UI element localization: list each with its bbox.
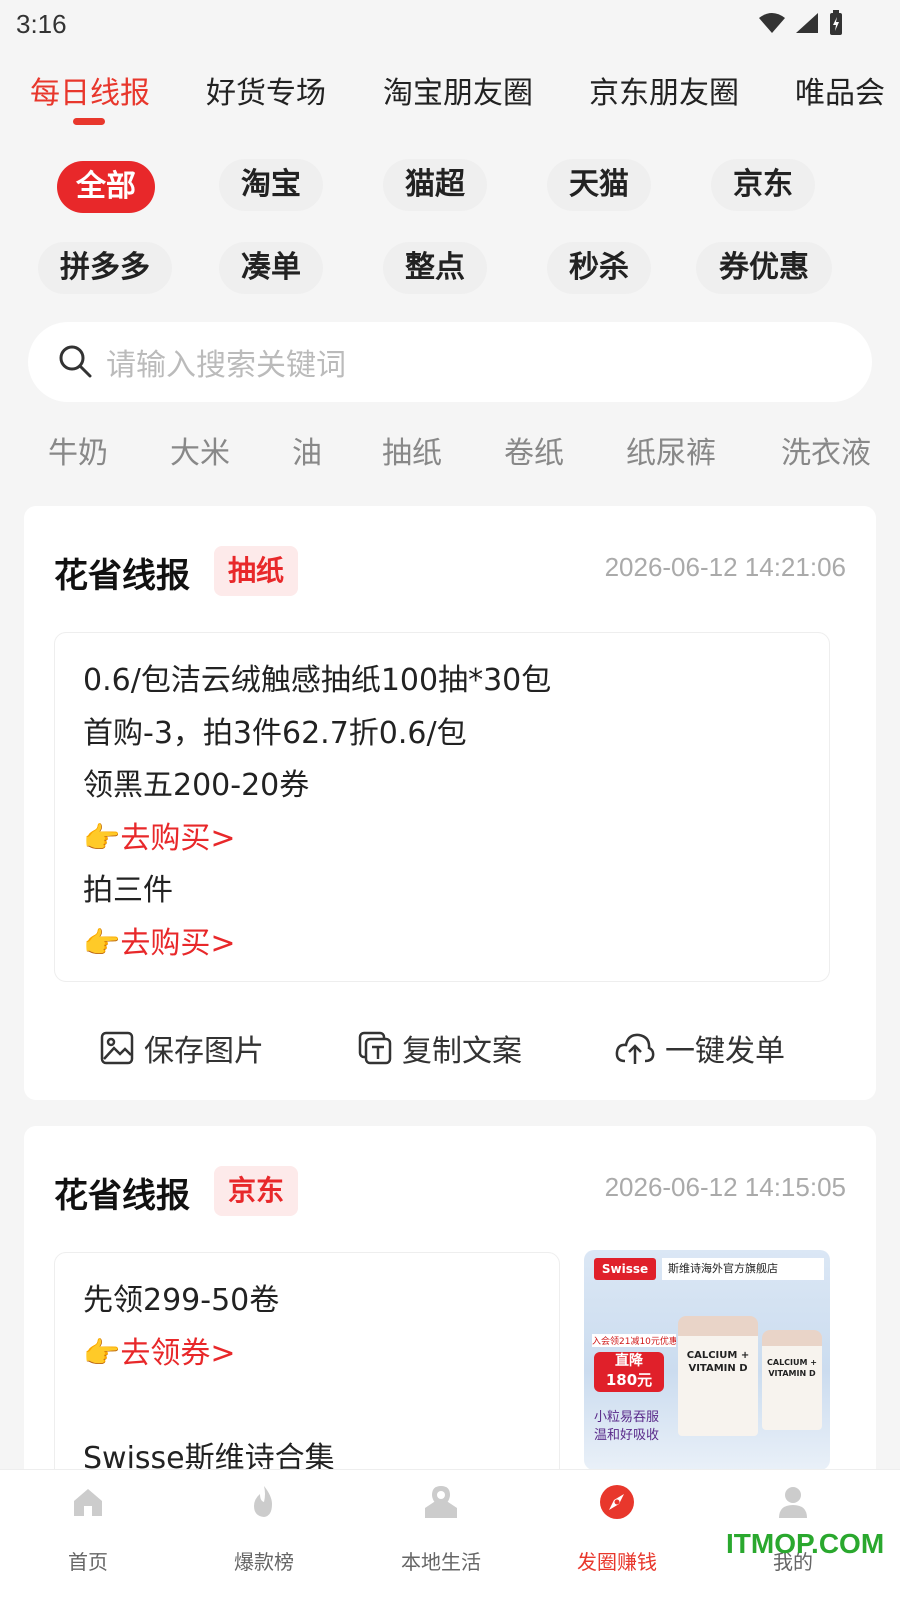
claim-coupon-link[interactable]: 👉去领券> (83, 1328, 236, 1372)
card-category-tag: 京东 (214, 1166, 299, 1216)
chip-combine-order[interactable]: 凑单 (219, 242, 323, 294)
card-title: 花省线报 (54, 1176, 190, 1216)
buy-link[interactable]: 👉去购买> (83, 918, 236, 962)
card-category-tag: 抽纸 (214, 546, 299, 596)
chip-jd[interactable]: 京东 (711, 159, 815, 211)
nav-post-earn-label: 发圈赚钱 (577, 1550, 657, 1574)
deal-line: 领黑五200-20券 (83, 768, 310, 803)
tab-vip[interactable]: 唯品会 (795, 68, 885, 112)
nav-local-life[interactable]: 本地生活 (376, 1484, 506, 1574)
keyword-bar: 牛奶 大米 油 抽纸 卷纸 纸尿裤 洗衣液 (0, 428, 880, 478)
status-icons (758, 10, 844, 36)
keyword-item[interactable]: 抽纸 (382, 428, 442, 472)
nav-post-earn[interactable]: 发圈赚钱 (552, 1484, 682, 1574)
save-image-label: 保存图片 (144, 1034, 264, 1069)
active-tab-indicator (73, 118, 105, 125)
copy-text-label: 复制文案 (402, 1034, 522, 1069)
chip-tmall-supermarket[interactable]: 猫超 (383, 159, 487, 211)
chip-all[interactable]: 全部 (57, 161, 155, 213)
pointing-finger-icon: 👉 (83, 926, 121, 961)
one-click-post-button[interactable]: 一键发单 (615, 1026, 785, 1070)
nav-hot-list[interactable]: 爆款榜 (199, 1484, 329, 1574)
promo-banner: 入会领21减10元优惠券 (592, 1334, 676, 1347)
card-timestamp: 2026-06-12 14:15:05 (604, 1172, 846, 1202)
keyword-item[interactable]: 卷纸 (504, 428, 564, 472)
product-bottle-large: CALCIUM + VITAMIN D (678, 1316, 758, 1436)
fire-icon (254, 1486, 272, 1517)
card-timestamp: 2026-06-12 14:21:06 (604, 552, 846, 582)
one-click-post-label: 一键发单 (665, 1034, 785, 1069)
deal-card: 花省线报 京东 2026-06-12 14:15:05 先领299-50卷 👉去… (24, 1126, 876, 1486)
status-bar: 3:16 (0, 0, 900, 48)
tab-daily-deals[interactable]: 每日线报 (30, 68, 150, 112)
keyword-item[interactable]: 纸尿裤 (626, 428, 716, 472)
nav-home[interactable]: 首页 (23, 1484, 153, 1574)
slogan-line: 小粒易吞服 (594, 1410, 660, 1425)
card-title: 花省线报 (54, 556, 190, 596)
chip-on-the-hour[interactable]: 整点 (383, 242, 487, 294)
deal-text-box: 先领299-50卷 👉去领券> Swisse斯维诗合集 (54, 1252, 560, 1486)
keyword-item[interactable]: 牛奶 (48, 428, 108, 472)
top-tabs: 每日线报 好货专场 淘宝朋友圈 京东朋友圈 唯品会 (0, 62, 900, 132)
nav-local-life-label: 本地生活 (401, 1550, 481, 1574)
chip-pinduoduo[interactable]: 拼多多 (38, 242, 172, 294)
tab-good-goods[interactable]: 好货专场 (206, 68, 326, 112)
brand-logo: Swisse (594, 1258, 656, 1280)
status-time: 3:16 (16, 9, 67, 39)
home-icon (74, 1489, 102, 1516)
chip-tmall[interactable]: 天猫 (547, 159, 651, 211)
compass-icon (600, 1485, 634, 1519)
buy-link[interactable]: 👉去购买> (83, 813, 236, 857)
nav-home-label: 首页 (68, 1550, 108, 1574)
keyword-item[interactable]: 大米 (170, 428, 230, 472)
pointing-finger-icon: 👉 (83, 1336, 121, 1371)
cloud-upload-icon (615, 1033, 655, 1064)
card-actions: 保存图片 复制文案 一键发单 (24, 1016, 876, 1076)
copy-text-button[interactable]: 复制文案 (358, 1026, 522, 1070)
deal-text-box: 0.6/包洁云绒触感抽纸100抽*30包 首购-3，拍3件62.7折0.6/包 … (54, 632, 830, 982)
copy-icon (358, 1031, 392, 1065)
store-name: 斯维诗海外官方旗舰店 (662, 1258, 824, 1280)
deal-line: 先领299-50卷 (83, 1283, 280, 1318)
chip-flash-sale[interactable]: 秒杀 (547, 242, 651, 294)
pointing-finger-icon: 👉 (83, 821, 121, 856)
search-placeholder: 请输入搜索关键词 (106, 348, 346, 383)
tab-taobao-moments[interactable]: 淘宝朋友圈 (383, 68, 533, 112)
save-image-button[interactable]: 保存图片 (100, 1026, 264, 1070)
product-bottle-small: CALCIUM + VITAMIN D (762, 1330, 822, 1430)
signal-icon (796, 13, 818, 33)
map-pin-icon (425, 1486, 457, 1518)
price-drop-badge: 直降 180元 (594, 1352, 664, 1392)
deal-line: 拍三件 (83, 873, 173, 908)
deal-card: 花省线报 抽纸 2026-06-12 14:21:06 0.6/包洁云绒触感抽纸… (24, 506, 876, 1100)
image-icon (100, 1031, 134, 1065)
search-input[interactable]: 请输入搜索关键词 (28, 322, 872, 402)
slogan-line: 温和好吸收 (594, 1428, 660, 1443)
nav-mine[interactable]: 我的 (728, 1484, 858, 1574)
keyword-item[interactable]: 洗衣液 (781, 428, 871, 472)
chip-coupon[interactable]: 券优惠 (696, 242, 832, 294)
battery-icon (830, 10, 842, 35)
keyword-item[interactable]: 油 (292, 428, 322, 472)
nav-hot-list-label: 爆款榜 (234, 1550, 294, 1574)
search-icon (59, 345, 92, 378)
wifi-icon (759, 13, 785, 33)
deal-line: 首购-3，拍3件62.7折0.6/包 (83, 716, 467, 751)
site-watermark: ITMOP.COM (726, 1528, 885, 1559)
chip-taobao[interactable]: 淘宝 (219, 159, 323, 211)
deal-line: 0.6/包洁云绒触感抽纸100抽*30包 (83, 663, 552, 698)
product-image[interactable]: Swisse 斯维诗海外官方旗舰店 入会领21减10元优惠券 直降 180元 小… (584, 1250, 830, 1470)
user-icon (779, 1487, 807, 1518)
tab-jd-moments[interactable]: 京东朋友圈 (589, 68, 739, 112)
